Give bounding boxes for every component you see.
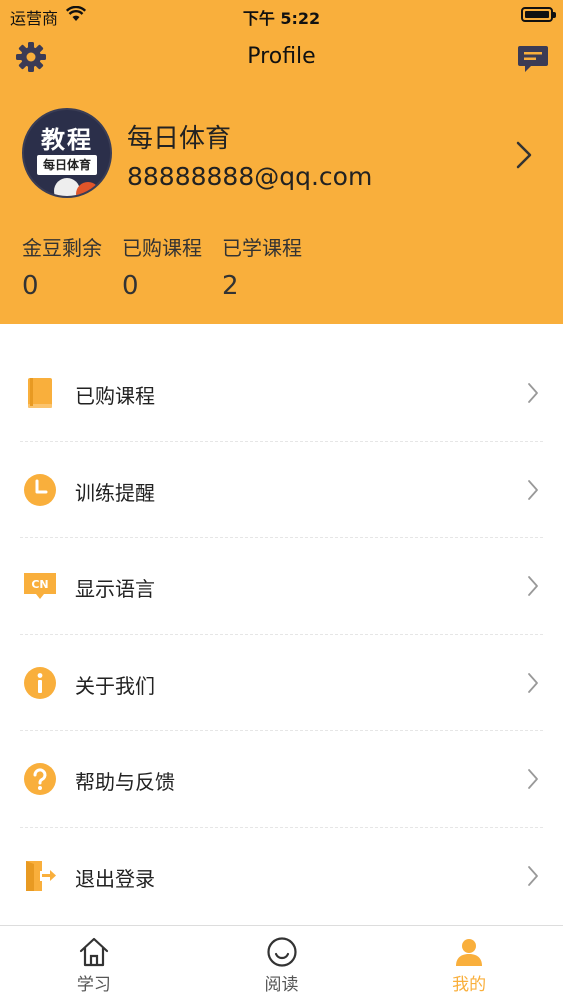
- stat-value: 2: [222, 271, 239, 301]
- avatar-title-text: 教程: [41, 126, 93, 154]
- language-icon: CN: [24, 573, 56, 599]
- menu-label: 已购课程: [75, 384, 155, 408]
- stats-row: 金豆剩余 0 已购课程 0 已学课程 2: [22, 232, 322, 302]
- tab-study[interactable]: 学习: [0, 926, 188, 1000]
- menu-item-about-us[interactable]: 关于我们: [0, 635, 563, 731]
- profile-header: 运营商 下午 5:22 Profile 教程 每日体育 每日体育 8888888…: [0, 0, 563, 324]
- stat-label: 已购课程: [122, 236, 202, 260]
- profile-screen: 运营商 下午 5:22 Profile 教程 每日体育 每日体育 8888888…: [0, 0, 563, 1000]
- tab-label: 阅读: [264, 975, 299, 995]
- avatar-subtitle-text: 每日体育: [37, 155, 97, 175]
- status-bar: 运营商 下午 5:22: [0, 0, 563, 30]
- help-icon: [24, 763, 56, 795]
- settings-menu: 已购课程 训练提醒 CN 显示语言 关于我们 帮助与反馈 退出登录: [0, 345, 563, 924]
- book-icon: [28, 378, 52, 408]
- tab-bar: 学习 阅读 我的: [0, 925, 563, 1000]
- tab-reading[interactable]: 阅读: [188, 926, 376, 1000]
- chevron-right-icon: [528, 865, 538, 886]
- stat-value: 0: [22, 271, 39, 301]
- menu-item-help-feedback[interactable]: 帮助与反馈: [0, 731, 563, 828]
- chevron-right-icon: [528, 576, 538, 596]
- menu-label: 训练提醒: [75, 480, 155, 505]
- chevron-right-icon: [528, 672, 538, 693]
- user-name: 每日体育: [127, 124, 232, 154]
- battery-icon: [521, 7, 556, 22]
- nav-bar: Profile: [0, 36, 563, 80]
- stat-learned-courses: 已学课程 2: [222, 232, 302, 302]
- info-icon: [24, 666, 56, 699]
- smiley-icon: [266, 937, 297, 967]
- menu-item-display-language[interactable]: CN 显示语言: [0, 538, 563, 635]
- tab-label: 我的: [452, 975, 487, 995]
- person-icon: [456, 939, 483, 966]
- status-time: 下午 5:22: [242, 9, 321, 28]
- menu-label: 显示语言: [75, 577, 155, 601]
- avatar: 教程 每日体育: [22, 108, 112, 198]
- chevron-right-icon: [528, 769, 538, 789]
- menu-item-purchased-courses[interactable]: 已购课程: [0, 345, 563, 442]
- clock-icon: [24, 473, 56, 506]
- menu-item-logout[interactable]: 退出登录: [0, 828, 563, 925]
- stat-gold-beans: 金豆剩余 0: [22, 232, 102, 302]
- menu-item-training-reminder[interactable]: 训练提醒: [0, 442, 563, 538]
- stat-value: 0: [122, 271, 139, 301]
- chevron-right-icon: [528, 479, 538, 500]
- menu-label: 帮助与反馈: [75, 770, 175, 794]
- profile-card[interactable]: 教程 每日体育 每日体育 88888888@qq.com: [0, 100, 563, 210]
- stat-label: 已学课程: [222, 236, 302, 260]
- logout-icon: [26, 860, 56, 891]
- stat-purchased-courses: 已购课程 0: [122, 232, 202, 302]
- menu-label: 退出登录: [75, 866, 155, 891]
- user-email: 88888888@qq.com: [127, 162, 373, 191]
- language-icon-text: CN: [31, 578, 48, 591]
- stat-label: 金豆剩余: [22, 236, 102, 260]
- chevron-right-icon: [516, 141, 532, 169]
- basketball-icon: [76, 182, 100, 196]
- home-icon: [79, 937, 108, 967]
- page-title: Profile: [247, 44, 316, 69]
- message-icon[interactable]: [517, 44, 549, 74]
- chevron-right-icon: [528, 383, 538, 403]
- tab-mine[interactable]: 我的: [375, 926, 563, 1000]
- menu-label: 关于我们: [75, 673, 155, 698]
- tab-label: 学习: [76, 975, 111, 995]
